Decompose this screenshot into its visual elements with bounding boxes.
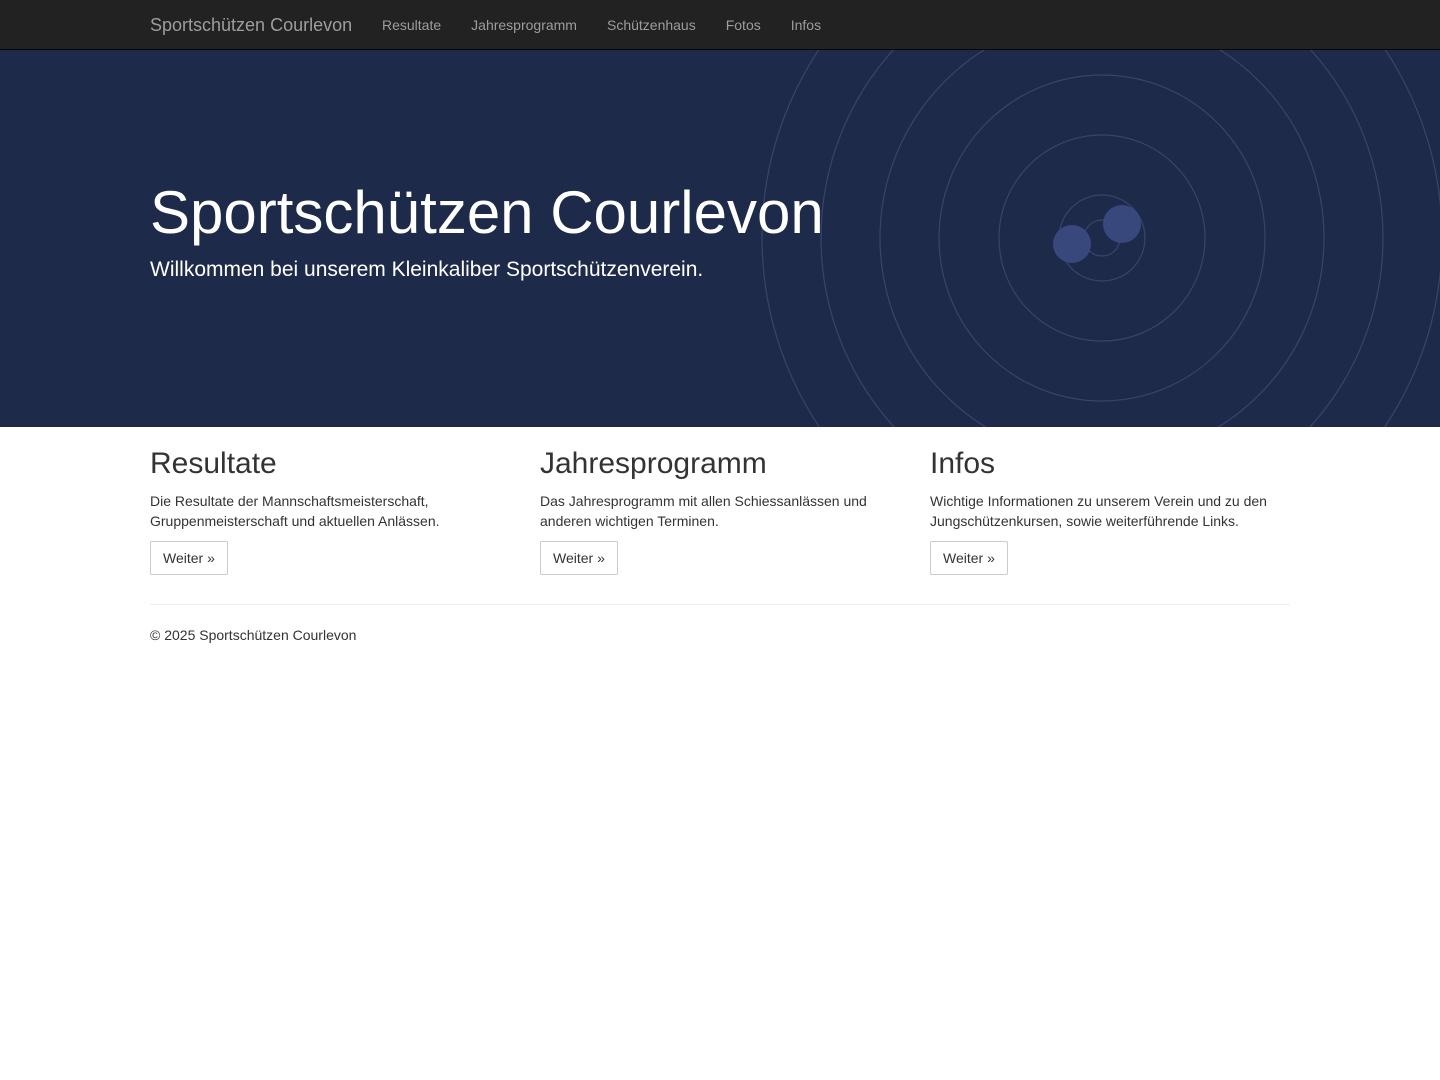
column-text: Die Resultate der Mannschaftsmeisterscha… (150, 493, 440, 529)
nav-item-infos: Infos (776, 0, 836, 50)
column-infos: Infos Wichtige Informationen zu unserem … (930, 446, 1290, 575)
bullet-hole (1103, 205, 1141, 243)
weiter-button-resultate[interactable]: Weiter » (150, 541, 228, 575)
weiter-button-infos[interactable]: Weiter » (930, 541, 1008, 575)
nav-item-resultate: Resultate (367, 0, 456, 50)
nav-item-schuetzenhaus: Schützenhaus (592, 0, 711, 50)
column-resultate: Resultate Die Resultate der Mannschaftsm… (150, 446, 510, 575)
column-text: Das Jahresprogramm mit allen Schiessanlä… (540, 493, 867, 529)
top-navbar: Sportschützen Courlevon Resultate Jahres… (0, 0, 1440, 50)
nav-link-fotos[interactable]: Fotos (711, 0, 776, 50)
hero-jumbotron: Sportschützen Courlevon Willkommen bei u… (0, 50, 1440, 427)
column-heading: Resultate (150, 447, 277, 480)
footer-divider (150, 604, 1290, 605)
nav-link-jahresprogramm[interactable]: Jahresprogramm (456, 0, 592, 50)
bullet-hole (1053, 225, 1091, 263)
brand-link[interactable]: Sportschützen Courlevon (150, 15, 352, 35)
column-heading: Jahresprogramm (540, 447, 767, 480)
weiter-button-jahresprogramm[interactable]: Weiter » (540, 541, 618, 575)
column-text: Wichtige Informationen zu unserem Verein… (930, 493, 1267, 529)
column-jahresprogramm: Jahresprogramm Das Jahresprogramm mit al… (540, 446, 900, 575)
hero-title: Sportschützen Courlevon (150, 179, 824, 246)
nav-item-fotos: Fotos (711, 0, 776, 50)
nav-link-resultate[interactable]: Resultate (367, 0, 456, 50)
column-heading: Infos (930, 447, 996, 480)
footer-copyright: © 2025 Sportschützen Courlevon (150, 627, 357, 643)
hero-subtitle: Willkommen bei unserem Kleinkaliber Spor… (150, 258, 704, 281)
nav-menu: Resultate Jahresprogramm Schützenhaus Fo… (367, 0, 836, 50)
nav-link-schuetzenhaus[interactable]: Schützenhaus (592, 0, 711, 50)
nav-item-jahresprogramm: Jahresprogramm (456, 0, 592, 50)
nav-link-infos[interactable]: Infos (776, 0, 836, 50)
